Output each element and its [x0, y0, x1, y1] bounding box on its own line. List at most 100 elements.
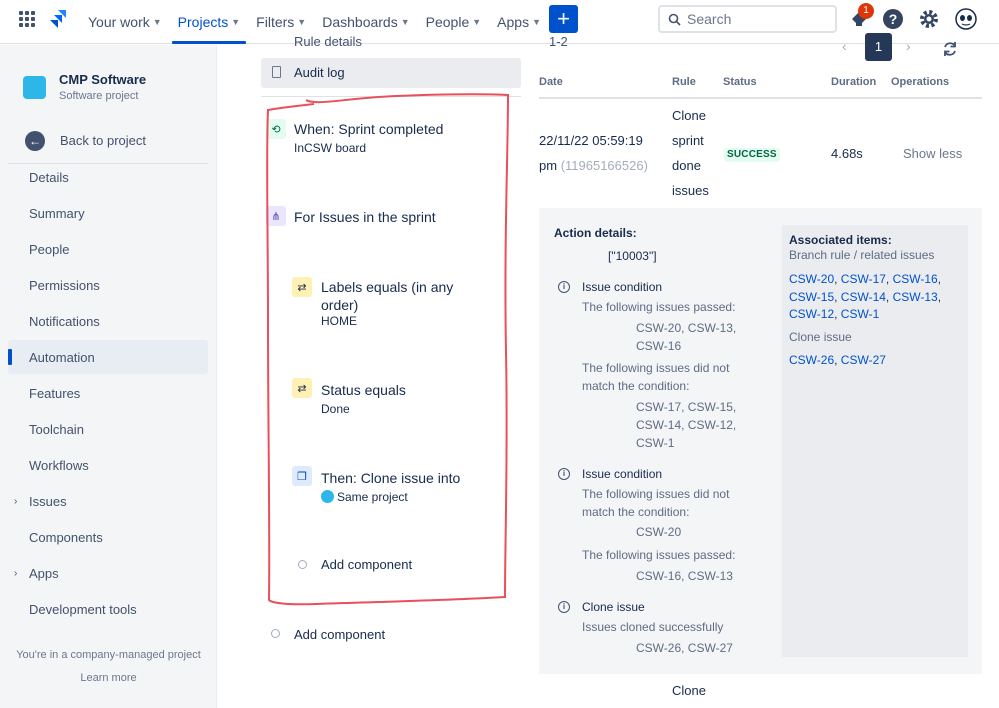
- project-sidebar: CMP Software Software project ← Back to …: [0, 45, 217, 708]
- add-component-outer-link[interactable]: Add component: [294, 627, 385, 642]
- chevron-right-icon[interactable]: ›: [14, 568, 17, 579]
- branch-title[interactable]: For Issues in the sprint: [294, 209, 436, 225]
- action-clone-title[interactable]: Then: Clone issue into: [321, 470, 460, 486]
- sidebar-item-workflows[interactable]: Workflows: [8, 448, 208, 482]
- learn-more-link[interactable]: Learn more: [0, 672, 217, 684]
- row-rule-line: done: [672, 158, 701, 173]
- trigger-title[interactable]: When: Sprint completed: [294, 121, 443, 137]
- search-box[interactable]: [658, 5, 837, 33]
- shuffle-condition-icon: ⇄: [292, 378, 312, 398]
- trigger-icon: ⟲: [266, 119, 286, 139]
- sidebar-item-development-tools[interactable]: Development tools: [8, 592, 208, 626]
- sidebar-item-features[interactable]: Features: [8, 376, 208, 410]
- info-icon: i: [558, 601, 570, 613]
- rule-details-tab[interactable]: Rule details: [294, 34, 362, 49]
- block1-title: Issue condition: [582, 280, 663, 294]
- help-icon[interactable]: ?: [882, 8, 904, 30]
- row-rule-line: Clone: [672, 108, 706, 123]
- block2-passed-label: The following issues passed:: [582, 548, 736, 562]
- issue-link[interactable]: CSW-1: [841, 307, 879, 321]
- info-icon: i: [558, 281, 570, 293]
- block2-failed-issues: CSW-20: [636, 525, 682, 539]
- add-component-inner-link[interactable]: Add component: [321, 557, 412, 572]
- svg-text:?: ?: [889, 11, 898, 27]
- chevron-down-icon: ▼: [472, 17, 482, 27]
- block2-failed-label: The following issues did not: [582, 487, 730, 501]
- nav-your-work[interactable]: Your work ▼: [80, 0, 170, 44]
- nav-people[interactable]: People ▼: [418, 0, 490, 44]
- chevron-down-icon: ▼: [532, 17, 541, 27]
- create-button[interactable]: +: [549, 5, 578, 33]
- back-to-project-link[interactable]: Back to project: [60, 133, 146, 148]
- annotation-outline: [266, 93, 510, 606]
- issue-link[interactable]: CSW-14: [841, 290, 886, 304]
- table-header-divider: [539, 97, 982, 99]
- notification-badge: 1: [858, 3, 874, 19]
- top-navigation: Your work ▼ Projects ▼ Filters ▼ Dashboards…: [0, 0, 999, 44]
- issue-link[interactable]: CSW-12: [789, 307, 834, 321]
- block3-cloned-issues: CSW-26, CSW-27: [636, 641, 733, 655]
- refresh-icon[interactable]: [941, 40, 959, 58]
- app-switcher-icon[interactable]: [19, 11, 35, 27]
- chevron-left-icon[interactable]: ‹: [842, 38, 847, 54]
- row-rule-line: issues: [672, 183, 709, 198]
- block3-title: Clone issue: [582, 600, 645, 614]
- associated-items-title: Associated items:: [789, 233, 892, 247]
- user-avatar-icon[interactable]: [955, 8, 977, 30]
- issue-link[interactable]: CSW-26: [789, 353, 834, 367]
- issue-link[interactable]: CSW-15: [789, 290, 834, 304]
- row-duration: 4.68s: [831, 146, 863, 161]
- sidebar-item-people[interactable]: People: [8, 232, 208, 266]
- result-count: 1-2: [549, 34, 568, 49]
- associated-clone-links: CSW-26, CSW-27: [789, 353, 886, 367]
- audit-log-tab[interactable]: Audit log: [261, 58, 521, 88]
- add-component-dot-icon: [271, 629, 280, 638]
- issue-link[interactable]: CSW-20: [789, 272, 834, 286]
- chevron-down-icon: ▼: [231, 17, 241, 27]
- sidebar-item-issues[interactable]: › Issues: [8, 484, 208, 518]
- sidebar-item-notifications[interactable]: Notifications: [8, 304, 208, 338]
- next-row-rule: Clone: [672, 683, 706, 698]
- sidebar-item-details[interactable]: Details: [8, 160, 208, 194]
- action-clone-target: Same project: [321, 490, 408, 504]
- page-button-current[interactable]: 1: [865, 33, 892, 61]
- project-avatar-icon: [23, 76, 46, 99]
- issue-link[interactable]: CSW-16: [893, 272, 938, 286]
- status-badge: SUCCESS: [724, 148, 780, 162]
- condition-status-title[interactable]: Status equals: [321, 382, 406, 398]
- issue-link[interactable]: CSW-27: [841, 353, 886, 367]
- issue-link[interactable]: CSW-17: [841, 272, 886, 286]
- block2-passed-issues: CSW-16, CSW-13: [636, 569, 733, 583]
- sidebar-item-automation[interactable]: Automation: [8, 340, 208, 374]
- block1-passed-issues: CSW-20, CSW-13,: [636, 321, 737, 335]
- issue-link[interactable]: CSW-13: [893, 290, 938, 304]
- nav-apps[interactable]: Apps ▼: [489, 0, 549, 44]
- block1-failed-issues: CSW-17, CSW-15,: [636, 400, 737, 414]
- associated-clone-label: Clone issue: [789, 330, 852, 344]
- sidebar-item-apps[interactable]: › Apps: [8, 556, 208, 590]
- action-details-label: Action details:: [554, 226, 637, 240]
- sidebar-footer-text: You're in a company-managed project: [16, 649, 201, 661]
- clone-copy-icon: ❐: [292, 466, 312, 486]
- sidebar-item-toolchain[interactable]: Toolchain: [8, 412, 208, 446]
- column-header-status: Status: [723, 76, 757, 88]
- back-arrow-icon[interactable]: ←: [25, 131, 45, 151]
- settings-gear-icon[interactable]: [918, 8, 940, 30]
- sidebar-item-permissions[interactable]: Permissions: [8, 268, 208, 302]
- sidebar-item-summary[interactable]: Summary: [8, 196, 208, 230]
- block1-failed-issues: CSW-14, CSW-12,: [636, 418, 737, 432]
- condition-labels-title-line2[interactable]: order): [321, 297, 358, 313]
- search-input[interactable]: [687, 11, 827, 27]
- jira-logo-icon[interactable]: [48, 9, 68, 31]
- column-header-duration: Duration: [831, 76, 877, 88]
- sidebar-item-components[interactable]: Components: [8, 520, 208, 554]
- shuffle-condition-icon: ⇄: [292, 277, 312, 297]
- show-less-link[interactable]: Show less: [903, 146, 962, 161]
- condition-labels-title-line1[interactable]: Labels equals (in any: [321, 279, 453, 295]
- associated-items-subtitle: Branch rule / related issues: [789, 248, 935, 262]
- panel-divider: [261, 96, 521, 97]
- associated-branch-links: CSW-20, CSW-17, CSW-16, CSW-15, CSW-14, …: [789, 272, 942, 321]
- nav-projects[interactable]: Projects ▼: [170, 0, 249, 44]
- chevron-right-icon[interactable]: ›: [906, 38, 911, 54]
- chevron-right-icon[interactable]: ›: [14, 496, 17, 507]
